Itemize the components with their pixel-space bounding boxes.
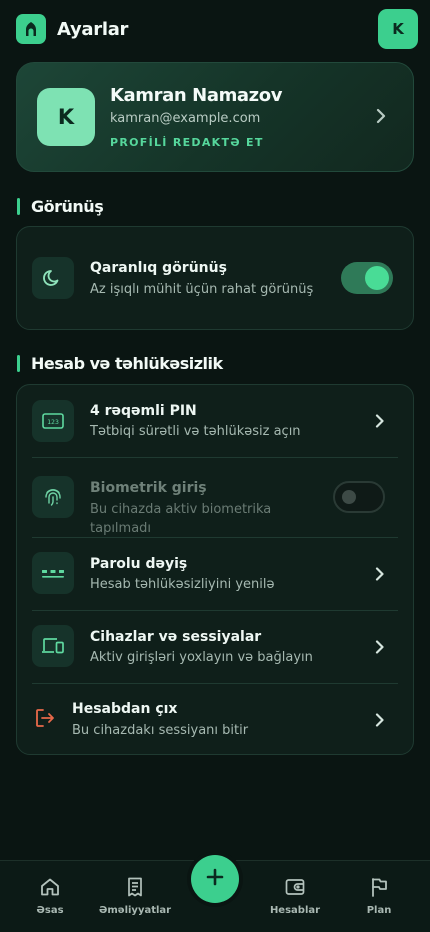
mosque-icon bbox=[16, 14, 46, 44]
row-title: Biometrik giriş bbox=[90, 480, 207, 496]
profile-info: Kamran Namazov kamran@example.com PROFİL… bbox=[110, 85, 282, 149]
dark-mode-row[interactable]: Qaranlıq görünüş Az işıqlı mühit üçün ra… bbox=[17, 227, 413, 331]
page-title: Ayarlar bbox=[57, 18, 129, 40]
profile-email: kamran@example.com bbox=[110, 111, 261, 126]
dark-mode-toggle[interactable] bbox=[341, 262, 393, 294]
row-title: Cihazlar və sessiyalar bbox=[90, 629, 262, 645]
row-subtitle: Az işıqlı mühit üçün rahat görünüş bbox=[90, 282, 314, 297]
wallet-icon bbox=[255, 875, 335, 899]
row-subtitle: Hesab təhlükəsizliyini yenilə bbox=[90, 577, 275, 592]
fingerprint-icon bbox=[32, 476, 74, 518]
svg-text:123: 123 bbox=[47, 418, 59, 426]
home-icon bbox=[10, 875, 90, 899]
profile-name: Kamran Namazov bbox=[110, 85, 283, 106]
row-subtitle: Aktiv girişləri yoxlayın və bağlayın bbox=[90, 650, 313, 665]
edit-profile-link[interactable]: PROFİLİ REDAKTƏ ET bbox=[110, 136, 282, 149]
avatar[interactable]: K bbox=[378, 9, 418, 49]
biometric-toggle[interactable] bbox=[333, 481, 385, 513]
row-subtitle: Bu cihazdakı sessiyanı bitir bbox=[72, 723, 249, 738]
change-password-row[interactable]: Parolu dəyiş Hesab təhlükəsizliyini yeni… bbox=[17, 538, 413, 610]
row-subtitle: Tətbiqi sürətli və təhlükəsiz açın bbox=[90, 424, 301, 439]
toggle-knob bbox=[365, 266, 389, 290]
nav-item-accounts[interactable]: Hesablar bbox=[255, 875, 335, 916]
pin-keypad-icon: 123 bbox=[32, 400, 74, 442]
nav-label: Plan bbox=[366, 905, 392, 916]
nav-item-transactions[interactable]: Əməliyyatlar bbox=[95, 875, 175, 916]
receipt-icon bbox=[95, 875, 175, 899]
security-card: 123 4 rəqəmli PIN Tətbiqi sürətli və təh… bbox=[16, 384, 414, 755]
toggle-knob bbox=[342, 490, 356, 504]
row-title: 4 rəqəmli PIN bbox=[90, 403, 197, 419]
add-button[interactable] bbox=[191, 855, 239, 903]
row-title: Parolu dəyiş bbox=[90, 556, 188, 572]
profile-avatar: K bbox=[37, 88, 95, 146]
row-subtitle: Bu cihazda aktiv biometrika tapılmadı bbox=[90, 502, 272, 536]
pin-row[interactable]: 123 4 rəqəmli PIN Tətbiqi sürətli və təh… bbox=[17, 385, 413, 457]
biometric-row: Biometrik giriş Bu cihazda aktiv biometr… bbox=[17, 458, 413, 537]
devices-icon bbox=[32, 625, 74, 667]
row-title: Hesabdan çıx bbox=[72, 701, 178, 717]
section-accent-bar bbox=[17, 354, 20, 372]
moon-icon bbox=[32, 257, 74, 299]
top-bar: Ayarlar K bbox=[16, 9, 418, 49]
nav-item-home[interactable]: Əsas bbox=[10, 875, 90, 916]
appearance-card: Qaranlıq görünüş Az işıqlı mühit üçün ra… bbox=[16, 226, 414, 330]
section-header-appearance: Görünüş bbox=[17, 196, 104, 216]
section-title: Görünüş bbox=[31, 196, 104, 216]
settings-screen: Ayarlar K K Kamran Namazov kamran@exampl… bbox=[0, 0, 430, 932]
devices-row[interactable]: Cihazlar və sessiyalar Aktiv girişləri y… bbox=[17, 611, 413, 683]
nav-label: Hesablar bbox=[269, 905, 321, 916]
chevron-right-icon bbox=[375, 108, 387, 128]
profile-card[interactable]: K Kamran Namazov kamran@example.com PROF… bbox=[16, 62, 414, 172]
nav-label: Əməliyyatlar bbox=[98, 905, 172, 916]
chevron-right-icon bbox=[375, 566, 385, 585]
chevron-right-icon bbox=[375, 639, 385, 658]
plus-icon bbox=[205, 867, 225, 891]
nav-label: Əsas bbox=[36, 905, 64, 916]
nav-item-plan[interactable]: Plan bbox=[339, 875, 419, 916]
password-icon bbox=[32, 552, 74, 594]
section-header-security: Hesab və təhlükəsizlik bbox=[17, 353, 223, 373]
logout-row[interactable]: Hesabdan çıx Bu cihazdakı sessiyanı biti… bbox=[17, 684, 413, 756]
logout-icon bbox=[34, 707, 56, 733]
section-title: Hesab və təhlükəsizlik bbox=[31, 353, 223, 373]
flag-icon bbox=[339, 875, 419, 899]
row-title: Qaranlıq görünüş bbox=[90, 260, 227, 276]
chevron-right-icon bbox=[375, 413, 385, 432]
chevron-right-icon bbox=[375, 712, 385, 731]
section-accent-bar bbox=[17, 197, 20, 215]
